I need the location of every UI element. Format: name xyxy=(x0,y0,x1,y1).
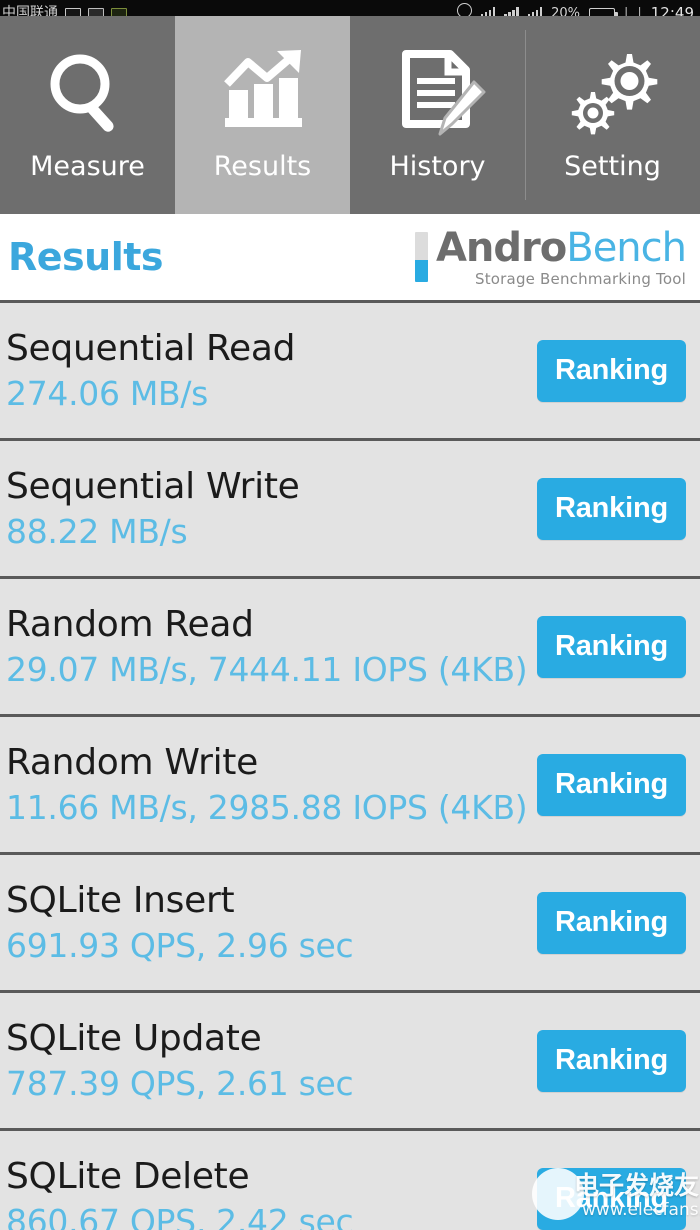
status-separator-1: | xyxy=(623,6,629,16)
ranking-button[interactable]: Ranking xyxy=(537,1029,686,1092)
status-bar: 中国联通 20% | | 12:49 xyxy=(0,0,700,16)
tab-setting-label: Setting xyxy=(564,151,661,182)
result-title: SQLite Update xyxy=(6,1017,262,1059)
ranking-button[interactable]: Ranking xyxy=(537,891,686,954)
tab-history[interactable]: History xyxy=(350,16,525,214)
result-text: SQLite Update 787.39 QPS, 2.61 sec xyxy=(6,1017,354,1105)
tab-setting[interactable]: Setting xyxy=(525,16,700,214)
status-separator-2: | xyxy=(637,6,642,16)
result-value: 29.07 MB/s, 7444.11 IOPS (4KB) xyxy=(6,649,528,689)
tab-results-label: Results xyxy=(213,151,312,182)
result-value: 274.06 MB/s xyxy=(6,373,209,413)
ranking-button[interactable]: Ranking xyxy=(537,477,686,540)
ranking-button[interactable]: Ranking xyxy=(537,339,686,402)
logo-text: AndroBench Storage Benchmarking Tool xyxy=(435,224,687,288)
test-tube-icon xyxy=(414,232,428,282)
photo-icon xyxy=(88,8,104,16)
tab-history-label: History xyxy=(389,151,486,182)
tab-measure-label: Measure xyxy=(30,151,145,182)
app-icon xyxy=(111,8,127,16)
result-title: Random Read xyxy=(6,603,254,645)
result-text: SQLite Insert 691.93 QPS, 2.96 sec xyxy=(6,879,354,967)
circle-icon xyxy=(456,3,472,16)
result-value: 11.66 MB/s, 2985.88 IOPS (4KB) xyxy=(6,787,528,827)
carrier-label: 中国联通 xyxy=(2,5,58,16)
signal-bars-icon-1 xyxy=(480,7,496,16)
result-title: Sequential Read xyxy=(6,327,296,369)
tab-measure[interactable]: Measure xyxy=(0,16,175,214)
result-title: SQLite Delete xyxy=(6,1155,250,1197)
status-bar-left: 中国联通 xyxy=(2,2,127,16)
magnifier-icon xyxy=(40,48,136,140)
page-title: Results xyxy=(8,235,164,279)
ranking-button[interactable]: Ranking xyxy=(537,1167,686,1230)
status-bar-right: 20% | | 12:49 xyxy=(456,3,694,17)
result-value: 860.67 QPS, 2.42 sec xyxy=(6,1201,354,1230)
result-text: Random Read 29.07 MB/s, 7444.11 IOPS (4K… xyxy=(6,603,528,691)
signal-bars-icon-3 xyxy=(527,7,543,16)
result-text: Sequential Write 88.22 MB/s xyxy=(6,465,300,553)
result-row-random-write[interactable]: Random Write 11.66 MB/s, 2985.88 IOPS (4… xyxy=(0,714,700,852)
document-pencil-icon xyxy=(390,48,486,140)
androbench-logo: AndroBench Storage Benchmarking Tool xyxy=(414,224,692,288)
result-row-sqlite-delete[interactable]: SQLite Delete 860.67 QPS, 2.42 sec Ranki… xyxy=(0,1128,700,1230)
result-text: Random Write 11.66 MB/s, 2985.88 IOPS (4… xyxy=(6,741,528,829)
result-title: Random Write xyxy=(6,741,258,783)
ranking-button[interactable]: Ranking xyxy=(537,615,686,678)
logo-name: AndroBench xyxy=(435,224,687,271)
result-title: Sequential Write xyxy=(6,465,300,507)
tab-results[interactable]: Results xyxy=(175,16,350,214)
result-value: 88.22 MB/s xyxy=(6,511,188,551)
result-row-sqlite-insert[interactable]: SQLite Insert 691.93 QPS, 2.96 sec Ranki… xyxy=(0,852,700,990)
result-text: Sequential Read 274.06 MB/s xyxy=(6,327,296,415)
result-title: SQLite Insert xyxy=(6,879,235,921)
battery-percent-label: 20% xyxy=(551,6,580,16)
result-value: 787.39 QPS, 2.61 sec xyxy=(6,1063,354,1103)
result-row-sequential-read[interactable]: Sequential Read 274.06 MB/s Ranking xyxy=(0,300,700,438)
bar-chart-icon xyxy=(215,48,311,140)
androbench-app-screen: 中国联通 20% | | 12:49 Measure Results Histo… xyxy=(0,0,700,1230)
result-text: SQLite Delete 860.67 QPS, 2.42 sec xyxy=(6,1155,354,1230)
page-header: Results AndroBench Storage Benchmarking … xyxy=(0,214,700,300)
logo-name-andro: Andro xyxy=(435,224,567,271)
results-list: Sequential Read 274.06 MB/s Ranking Sequ… xyxy=(0,300,700,1230)
clock-label: 12:49 xyxy=(650,4,694,17)
main-tab-bar: Measure Results History Setting xyxy=(0,16,700,214)
result-row-random-read[interactable]: Random Read 29.07 MB/s, 7444.11 IOPS (4K… xyxy=(0,576,700,714)
battery-icon xyxy=(588,8,618,16)
result-row-sqlite-update[interactable]: SQLite Update 787.39 QPS, 2.61 sec Ranki… xyxy=(0,990,700,1128)
logo-tagline: Storage Benchmarking Tool xyxy=(475,269,686,288)
result-row-sequential-write[interactable]: Sequential Write 88.22 MB/s Ranking xyxy=(0,438,700,576)
logo-name-bench: Bench xyxy=(566,224,687,271)
ranking-button[interactable]: Ranking xyxy=(537,753,686,816)
gears-icon xyxy=(565,48,661,140)
result-value: 691.93 QPS, 2.96 sec xyxy=(6,925,354,965)
signal-bars-icon-2 xyxy=(504,7,519,16)
sim-card-icon xyxy=(65,8,81,16)
